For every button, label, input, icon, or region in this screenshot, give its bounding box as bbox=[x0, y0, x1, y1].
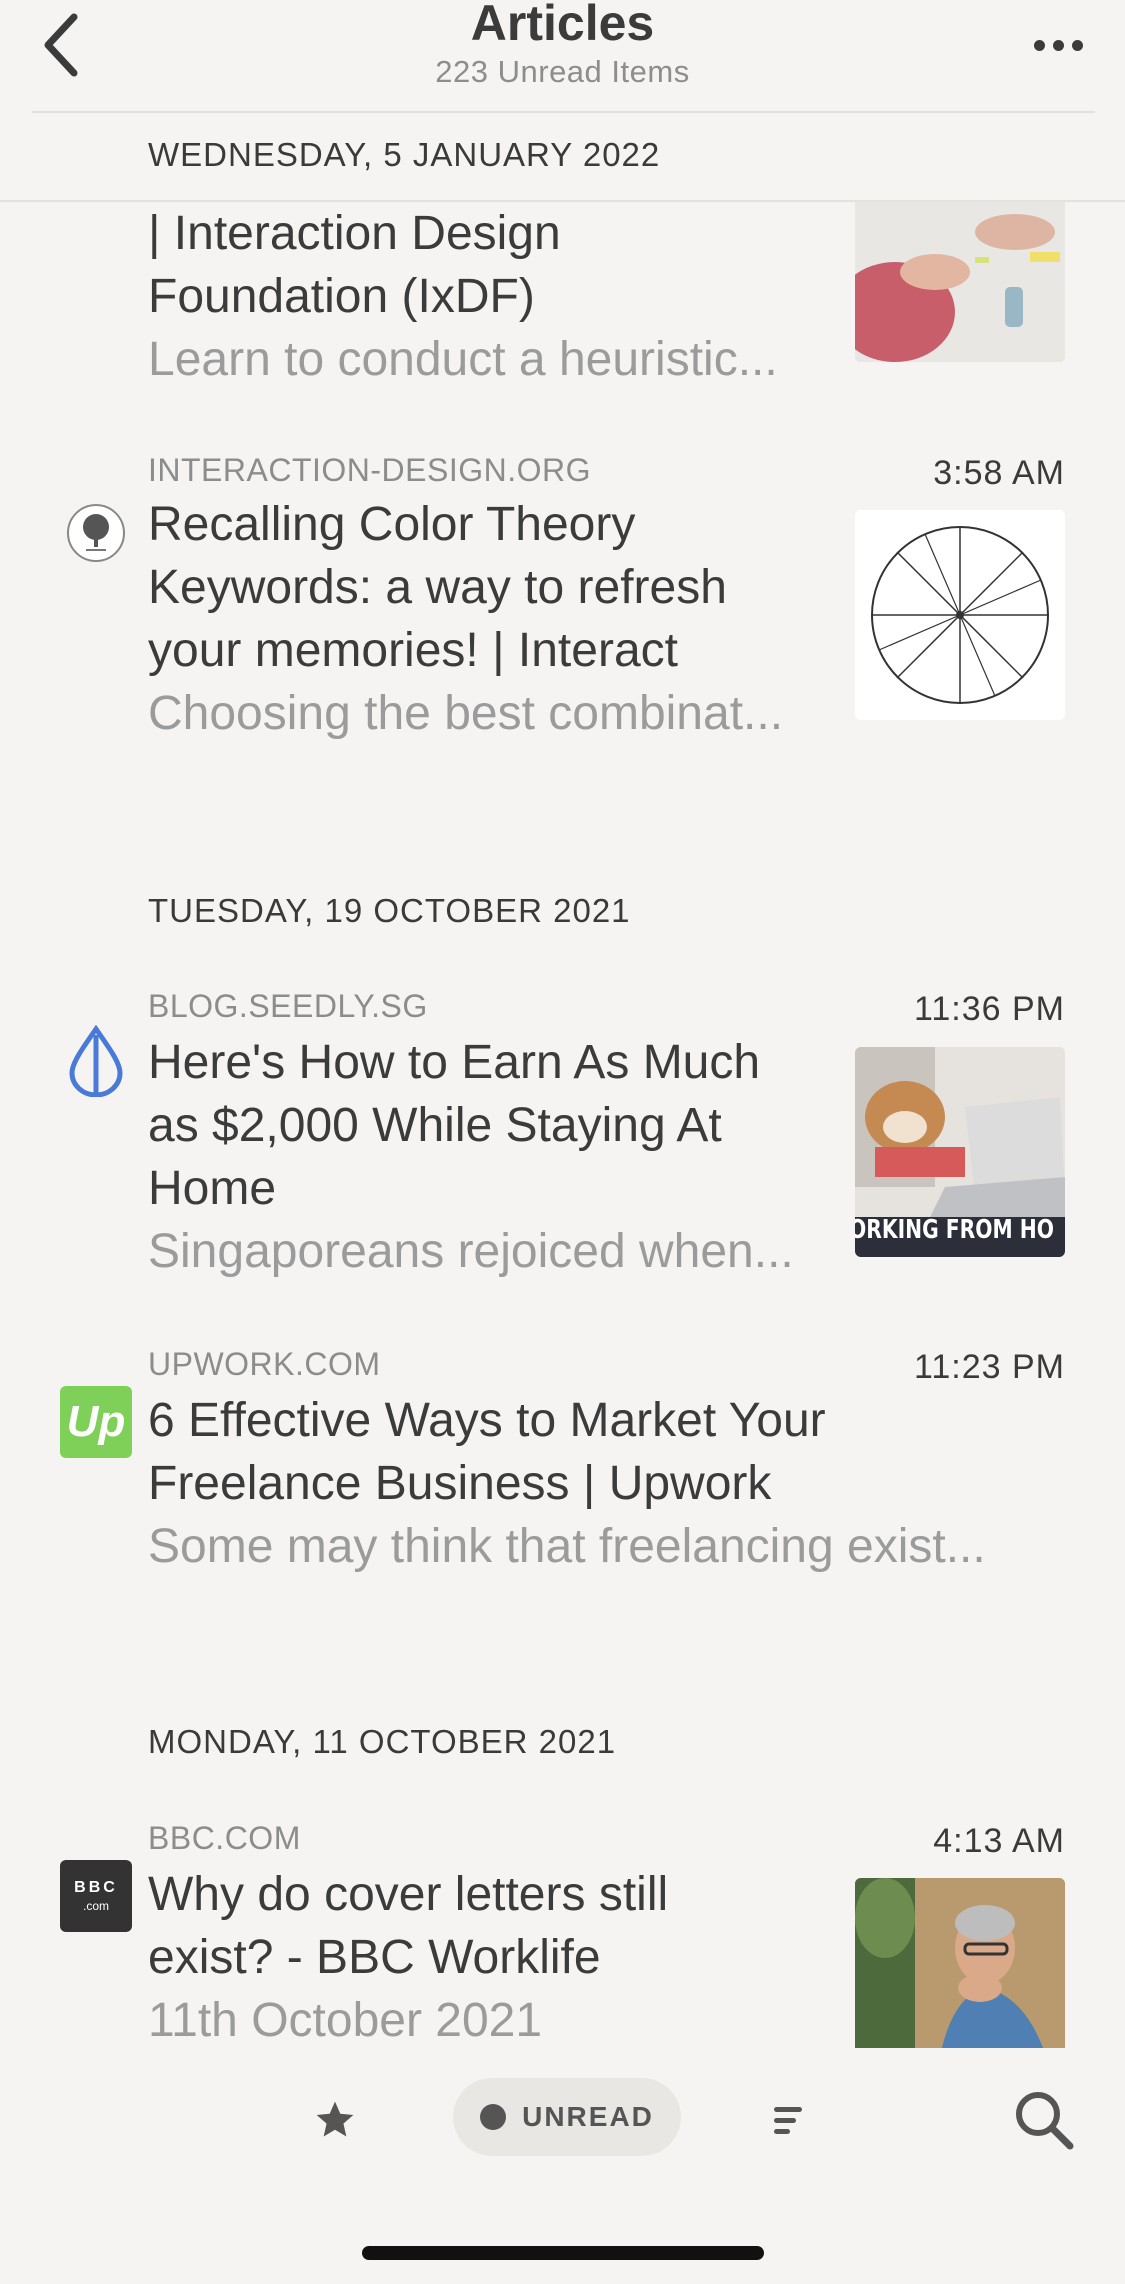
article-title: Here's How to Earn As Much bbox=[148, 1036, 761, 1089]
article-title: exist? - BBC Worklife bbox=[148, 1931, 601, 1984]
tree-logo-icon bbox=[60, 497, 132, 569]
seedly-drop-icon bbox=[60, 1025, 132, 1097]
search-button[interactable] bbox=[1010, 2086, 1080, 2156]
article-time: 4:13 AM bbox=[933, 1822, 1065, 1860]
section-date: WEDNESDAY, 5 JANUARY 2022 bbox=[148, 136, 661, 173]
list-icon bbox=[774, 2106, 802, 2112]
section-date: TUESDAY, 19 OCTOBER 2021 bbox=[148, 892, 631, 929]
unread-dot-icon bbox=[480, 2104, 507, 2130]
article-item[interactable]: INTERACTION-DESIGN.ORG 3:58 AM Recalling… bbox=[0, 440, 1125, 770]
article-title: as $2,000 While Staying At bbox=[148, 1099, 722, 1152]
article-title: your memories! | Interact bbox=[148, 624, 678, 677]
dot-icon bbox=[1052, 39, 1064, 51]
list-icon bbox=[774, 2117, 796, 2123]
article-title: Freelance Business | Upwork bbox=[148, 1457, 772, 1510]
article-thumbnail bbox=[855, 1878, 1065, 2048]
article-summary: 11th October 2021 bbox=[148, 1994, 543, 2047]
article-summary: Learn to conduct a heuristic... bbox=[148, 333, 778, 386]
bbc-logo-icon: BBC .com bbox=[60, 1860, 132, 1932]
article-thumbnail bbox=[855, 202, 1065, 362]
starred-filter-button[interactable] bbox=[305, 2090, 365, 2150]
search-icon bbox=[1016, 2092, 1074, 2150]
article-time: 11:23 PM bbox=[913, 1348, 1065, 1386]
article-title: | Interaction Design bbox=[148, 207, 561, 260]
article-source: BBC.COM bbox=[148, 1820, 301, 1856]
unread-count: 223 Unread Items bbox=[435, 54, 690, 89]
star-icon bbox=[316, 2101, 354, 2137]
article-item[interactable]: Up UPWORK.COM 11:23 PM 6 Effective Ways … bbox=[0, 1338, 1125, 1608]
article-item[interactable]: BLOG.SEEDLY.SG 11:36 PM Here's How to Ea… bbox=[0, 980, 1125, 1310]
list-filter-button[interactable] bbox=[764, 2090, 824, 2150]
article-title: Recalling Color Theory bbox=[148, 498, 636, 551]
article-item[interactable]: BBC .com BBC.COM 4:13 AM Why do cover le… bbox=[0, 1812, 1125, 2048]
article-summary: Singaporeans rejoiced when... bbox=[148, 1225, 794, 1278]
article-source: INTERACTION-DESIGN.ORG bbox=[148, 452, 592, 488]
color-wheel-icon bbox=[855, 510, 1065, 720]
bbc-logo-text: BBC bbox=[74, 1879, 118, 1896]
article-time: 11:36 PM bbox=[913, 990, 1065, 1028]
thumbnail-caption: ORKING FROM HO bbox=[855, 1215, 1054, 1245]
article-source: UPWORK.COM bbox=[148, 1346, 381, 1382]
article-title: Keywords: a way to refresh bbox=[148, 561, 727, 614]
dot-icon bbox=[1071, 39, 1083, 51]
unread-filter-button[interactable]: UNREAD bbox=[453, 2078, 681, 2156]
article-summary: Choosing the best combinat... bbox=[148, 687, 784, 740]
article-summary: Some may think that freelancing exist... bbox=[148, 1520, 986, 1573]
bbc-logo-subtext: .com bbox=[82, 1899, 109, 1913]
article-item[interactable]: | Interaction Design Foundation (IxDF) L… bbox=[0, 200, 1125, 420]
article-title: 6 Effective Ways to Market Your bbox=[148, 1394, 826, 1447]
header-divider bbox=[32, 111, 1095, 113]
article-title: Why do cover letters still bbox=[148, 1868, 669, 1921]
article-title: Home bbox=[148, 1162, 277, 1215]
section-date: MONDAY, 11 OCTOBER 2021 bbox=[148, 1723, 617, 1760]
nav-header: Articles 223 Unread Items bbox=[0, 0, 1125, 112]
article-time: 3:58 AM bbox=[933, 454, 1065, 492]
dot-icon bbox=[1033, 39, 1045, 51]
home-indicator[interactable] bbox=[362, 2246, 764, 2260]
article-thumbnail: ORKING FROM HO bbox=[855, 1047, 1065, 1257]
unread-label: UNREAD bbox=[522, 2101, 654, 2132]
page-title: Articles bbox=[470, 0, 655, 51]
more-options-button[interactable] bbox=[1023, 20, 1093, 70]
article-title: Foundation (IxDF) bbox=[148, 270, 535, 323]
article-source: BLOG.SEEDLY.SG bbox=[148, 988, 428, 1024]
article-thumbnail bbox=[855, 510, 1065, 720]
upwork-logo-icon: Up bbox=[60, 1386, 132, 1458]
upwork-logo-text: Up bbox=[66, 1397, 126, 1446]
list-icon bbox=[774, 2128, 790, 2134]
